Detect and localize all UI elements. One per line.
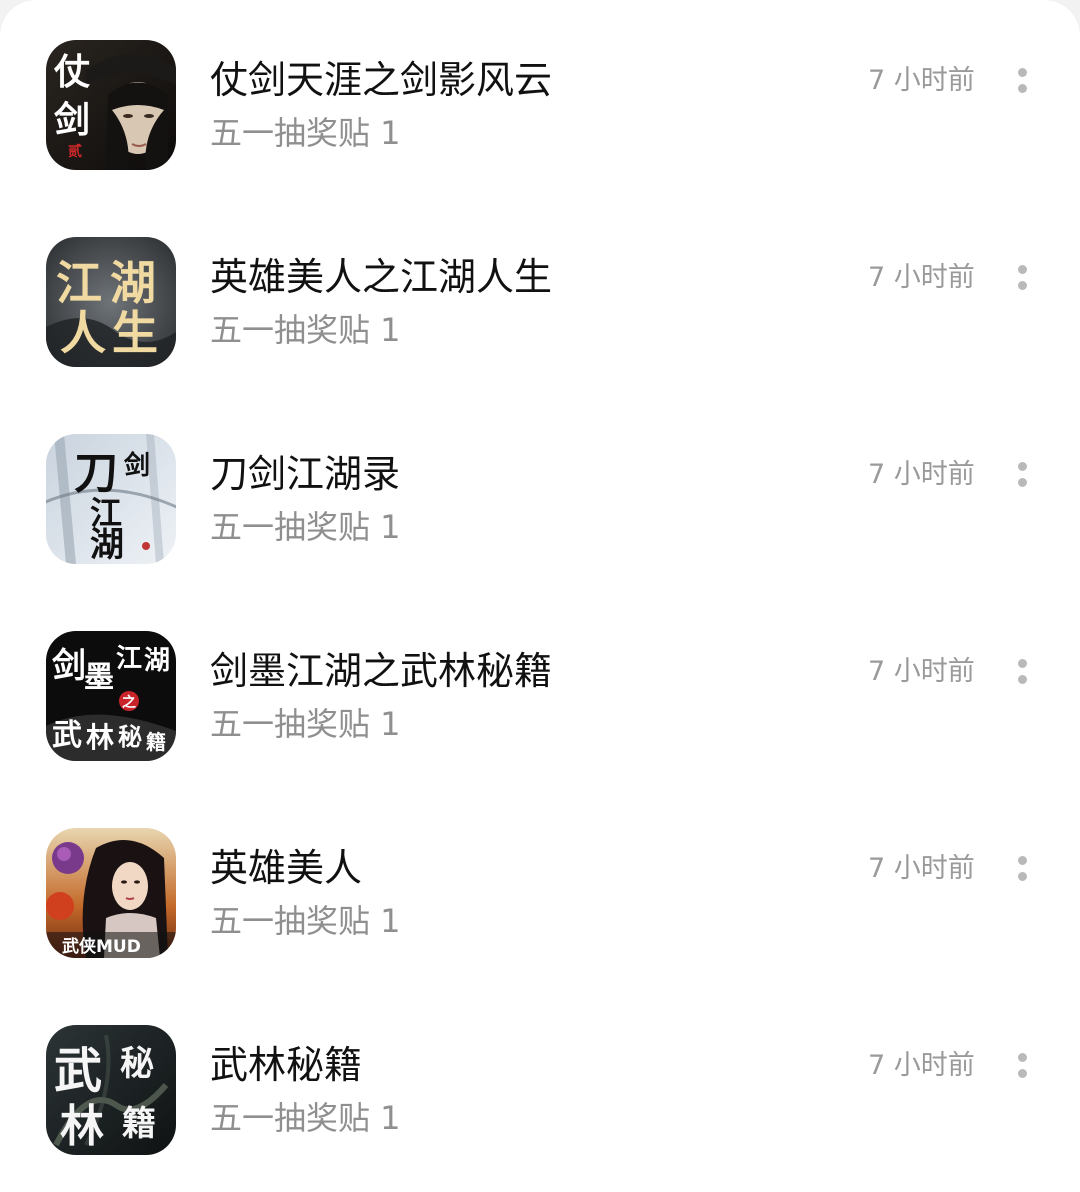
post-title: 英雄美人 (210, 846, 363, 890)
post-time: 7 小时前 (868, 262, 975, 293)
icon-glyph: 人 (60, 306, 106, 360)
more-dot-icon (1018, 68, 1027, 77)
more-dot-icon (1018, 478, 1027, 487)
post-subtitle: 五一抽奖贴 1 (210, 705, 401, 743)
app-icon[interactable]: 武 秘 林 籍 (46, 1025, 176, 1155)
more-dot-icon (1018, 872, 1027, 881)
app-icon[interactable]: 仗 剑 贰 (46, 40, 176, 170)
more-options-button[interactable] (1004, 1043, 1040, 1089)
icon-glyph: 秘 (120, 1044, 154, 1084)
icon-glyph: 剑 (124, 450, 150, 481)
icon-glyph: 武侠MUD (62, 936, 141, 957)
post-title: 仗剑天涯之剑影风云 (210, 58, 553, 102)
icon-glyph: 秘 (118, 722, 142, 751)
more-dot-icon (1018, 659, 1027, 668)
list-item[interactable]: 仗 剑 贰 仗剑天涯之剑影风云 五一抽奖贴 1 7 小时前 (0, 0, 1080, 197)
post-subtitle: 五一抽奖贴 1 (210, 902, 401, 940)
app-icon[interactable]: 剑 墨 江 湖 之 武 林 秘 籍 (46, 631, 176, 761)
more-options-button[interactable] (1004, 452, 1040, 498)
more-dot-icon (1018, 856, 1027, 865)
icon-glyph: 剑 (52, 646, 86, 686)
icon-glyph: 籍 (122, 1104, 156, 1144)
more-options-button[interactable] (1004, 846, 1040, 892)
icon-glyph: 仗 (53, 51, 91, 93)
more-options-button[interactable] (1004, 649, 1040, 695)
icon-glyph: 江 (116, 644, 142, 674)
icon-glyph: 林 (86, 721, 114, 754)
post-subtitle: 五一抽奖贴 1 (210, 508, 401, 546)
icon-glyph: 之 (122, 694, 136, 711)
post-subtitle: 五一抽奖贴 1 (210, 114, 401, 152)
post-subtitle: 五一抽奖贴 1 (210, 1099, 401, 1137)
icon-glyph: 刀 (74, 448, 118, 499)
more-dot-icon (1018, 281, 1027, 290)
icon-glyph: 湖 (110, 256, 156, 310)
post-title: 剑墨江湖之武林秘籍 (210, 649, 553, 693)
app-icon[interactable]: 刀 剑 江 湖 (46, 434, 176, 564)
list-item[interactable]: 刀 剑 江 湖 刀剑江湖录 五一抽奖贴 1 7 小时前 (0, 394, 1080, 591)
post-title: 武林秘籍 (210, 1043, 363, 1087)
app-icon[interactable]: 武侠MUD (46, 828, 176, 958)
post-title: 英雄美人之江湖人生 (210, 255, 553, 299)
icon-glyph: 湖 (144, 646, 170, 676)
icon-glyph: 林 (60, 1101, 104, 1152)
icon-glyph: 贰 (68, 143, 82, 160)
icon-glyph: 武 (52, 718, 82, 753)
post-time: 7 小时前 (868, 459, 975, 490)
list-item[interactable]: 武侠MUD 英雄美人 五一抽奖贴 1 7 小时前 (0, 788, 1080, 985)
app-icon[interactable]: 江 湖 人 生 (46, 237, 176, 367)
post-time: 7 小时前 (868, 65, 975, 96)
post-time: 7 小时前 (868, 853, 975, 884)
icon-glyph: 武 (54, 1043, 102, 1099)
more-dot-icon (1018, 1069, 1027, 1078)
icon-glyph: 籍 (146, 730, 166, 754)
post-subtitle: 五一抽奖贴 1 (210, 311, 401, 349)
post-time: 7 小时前 (868, 656, 975, 687)
icon-glyph: 剑 (54, 99, 90, 141)
icon-glyph: 江 (56, 256, 102, 310)
list-item[interactable]: 江 湖 人 生 英雄美人之江湖人生 五一抽奖贴 1 7 小时前 (0, 197, 1080, 394)
icon-glyph: 墨 (84, 660, 114, 695)
icon-glyph: 生 (112, 306, 158, 360)
post-time: 7 小时前 (868, 1050, 975, 1081)
more-dot-icon (1018, 84, 1027, 93)
more-dot-icon (1018, 265, 1027, 274)
more-dot-icon (1018, 462, 1027, 471)
post-list: 仗 剑 贰 仗剑天涯之剑影风云 五一抽奖贴 1 7 小时前 江 湖 人 生 英雄… (0, 0, 1080, 1192)
more-options-button[interactable] (1004, 58, 1040, 104)
list-item[interactable]: 剑 墨 江 湖 之 武 林 秘 籍 剑墨江湖之武林秘籍 五一抽奖贴 1 7 小时… (0, 591, 1080, 788)
icon-glyph: 湖 (90, 525, 124, 564)
list-item[interactable]: 武 秘 林 籍 武林秘籍 五一抽奖贴 1 7 小时前 (0, 985, 1080, 1182)
post-title: 刀剑江湖录 (210, 452, 401, 496)
more-options-button[interactable] (1004, 255, 1040, 301)
more-dot-icon (1018, 1053, 1027, 1062)
more-dot-icon (1018, 675, 1027, 684)
